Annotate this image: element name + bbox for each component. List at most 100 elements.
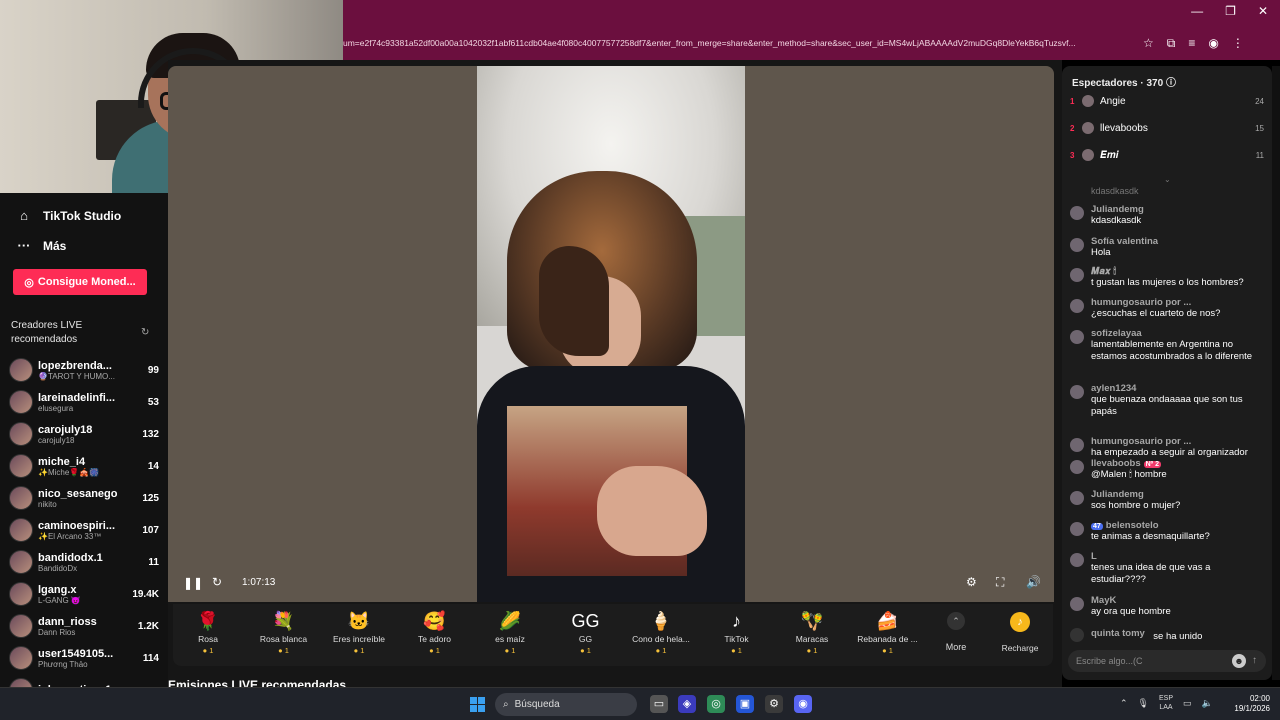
reload-icon[interactable]: ↻ bbox=[212, 575, 222, 589]
gift-name: TikTok bbox=[724, 634, 749, 644]
chat-username[interactable]: MayK bbox=[1091, 595, 1266, 606]
live-video[interactable] bbox=[477, 66, 745, 602]
more-gifts-button[interactable]: ⌃ More bbox=[943, 612, 969, 652]
chat-username[interactable]: sofizelayaa bbox=[1091, 328, 1266, 339]
menu-icon[interactable]: ⋮ bbox=[1232, 36, 1244, 51]
gift-item[interactable]: 🪇 Maracas ● 1 bbox=[775, 608, 849, 655]
top-viewer-item[interactable]: 3 𝑬𝒎𝒊 11 bbox=[1070, 146, 1264, 164]
media-icon[interactable]: ≡ bbox=[1188, 36, 1195, 51]
gift-price: ● 1 bbox=[806, 646, 818, 655]
page-scrollbar[interactable] bbox=[1272, 66, 1280, 680]
chat-message: humungosaurio por ... ¿escuchas el cuarte… bbox=[1070, 297, 1266, 320]
gift-item[interactable]: 🌽 es maíz ● 1 bbox=[473, 608, 547, 655]
sidebar-item-more[interactable]: ··· Más bbox=[17, 238, 67, 253]
chat-username[interactable]: L bbox=[1091, 551, 1266, 562]
recommended-creators-title: Creadores LIVE recomendados bbox=[11, 320, 83, 345]
creator-item[interactable]: user1549105... Phương Thảo 114 bbox=[9, 643, 159, 673]
info-icon[interactable]: ⓘ bbox=[1166, 78, 1176, 89]
creator-item[interactable]: lgang.x L-GANG 😈 19.4K bbox=[9, 579, 159, 609]
creator-item[interactable]: miche_i4 ✨Miche🌹🎪🎆 14 bbox=[9, 451, 159, 481]
gift-item[interactable]: 🌹 Rosa ● 1 bbox=[171, 608, 245, 655]
gift-icon: 🍦 bbox=[649, 611, 673, 631]
star-icon[interactable]: ☆ bbox=[1143, 36, 1154, 51]
language-indicator[interactable]: ESP LAA bbox=[1159, 694, 1173, 712]
gift-item[interactable]: 🐱 Eres increíble ● 1 bbox=[322, 608, 396, 655]
url-text[interactable]: um=e2f74c93381a52df00a00a1042032f1abf611… bbox=[343, 38, 1133, 48]
chat-username[interactable]: 𝑴𝒂𝒙 🕯 bbox=[1091, 266, 1266, 277]
creator-item[interactable]: dann_rioss Dann Rios 1.2K bbox=[9, 611, 159, 641]
refresh-icon[interactable]: ↻ bbox=[141, 327, 149, 338]
avatar bbox=[1070, 238, 1084, 252]
windows-start-icon[interactable] bbox=[470, 697, 485, 712]
chat-username[interactable]: Juliandemg bbox=[1091, 204, 1266, 215]
chat-username[interactable]: llevaboobs Nº 2 bbox=[1091, 458, 1266, 469]
gift-name: Rosa blanca bbox=[259, 634, 308, 644]
gift-icon: 🌽 bbox=[498, 611, 522, 631]
gift-item[interactable]: 💐 Rosa blanca ● 1 bbox=[247, 608, 321, 655]
top-viewer-item[interactable]: 1 Angie 24 bbox=[1070, 92, 1264, 110]
settings-icon[interactable]: ⚙ bbox=[966, 575, 977, 589]
close-icon[interactable]: ✕ bbox=[1258, 4, 1268, 18]
creator-item[interactable]: lopezbrenda... 🔮TAROT Y HUMO... 99 bbox=[9, 355, 159, 385]
taskbar-search[interactable]: ⌕ Búsqueda bbox=[495, 693, 637, 716]
fullscreen-icon[interactable]: ⛶ bbox=[996, 575, 1004, 590]
microphone-icon[interactable]: 🎙 bbox=[1138, 698, 1149, 709]
creator-item[interactable]: carojuly18 carojuly18 132 bbox=[9, 419, 159, 449]
send-icon[interactable]: ↑ bbox=[1252, 655, 1257, 666]
gift-item[interactable]: 🥰 Te adoro ● 1 bbox=[398, 608, 472, 655]
chat-username[interactable]: Sofía valentina bbox=[1091, 236, 1266, 247]
chat-message: Juliandemg kdasdkasdk bbox=[1070, 204, 1266, 227]
recharge-button[interactable]: ♪ Recharge bbox=[995, 612, 1045, 653]
emoji-icon[interactable]: ☻ bbox=[1232, 654, 1246, 668]
viewer-count: 11 bbox=[148, 556, 159, 568]
gift-item[interactable]: 🍰 Rebanada de ... ● 1 bbox=[851, 608, 925, 655]
chat-username[interactable]: 47 belensotelo bbox=[1091, 520, 1266, 531]
creator-item[interactable]: bandidodx.1 BandidoDx 11 bbox=[9, 547, 159, 577]
volume-icon[interactable]: 🔊 bbox=[1026, 575, 1041, 589]
chat-message: Ltenes una idea de que vas a estudiar???… bbox=[1070, 551, 1266, 586]
gift-icon: 🍰 bbox=[876, 611, 899, 631]
taskview-icon[interactable]: ▭ bbox=[650, 695, 668, 713]
chat-username[interactable]: aylen1234 bbox=[1091, 383, 1266, 394]
store-icon[interactable]: ▣ bbox=[736, 695, 754, 713]
creator-item[interactable]: lareinadelinfi... elusegura 53 bbox=[9, 387, 159, 417]
settings-app-icon[interactable]: ⚙ bbox=[765, 695, 783, 713]
get-coins-button[interactable]: ◎ Consigue Moned... bbox=[13, 269, 147, 295]
minimize-icon[interactable]: — bbox=[1191, 4, 1203, 18]
search-icon: ⌕ bbox=[503, 699, 509, 710]
creator-item[interactable]: caminoespiri... ✨El Arcano 33™ 107 bbox=[9, 515, 159, 545]
copilot-icon[interactable]: ◈ bbox=[678, 695, 696, 713]
gift-price: ● 1 bbox=[580, 646, 591, 655]
chevron-up-icon[interactable]: ⌃ bbox=[1120, 698, 1128, 709]
chat-username[interactable]: Juliandemg bbox=[1091, 489, 1266, 500]
chat-username[interactable]: humungosaurio por ... bbox=[1091, 297, 1266, 308]
monitor-icon[interactable]: ▭ bbox=[1183, 698, 1192, 709]
chevron-down-icon[interactable]: ⌄ bbox=[1164, 175, 1171, 184]
gift-item[interactable]: ♪ TikTok ● 1 bbox=[700, 608, 774, 655]
profile-icon[interactable]: ◉ bbox=[1208, 36, 1218, 51]
chrome-icon[interactable]: ◎ bbox=[707, 695, 725, 713]
speaker-icon[interactable]: 🔈 bbox=[1202, 698, 1213, 709]
creator-name: lareinadelinfi... bbox=[38, 391, 116, 404]
pause-icon[interactable]: ❚❚ bbox=[183, 576, 203, 590]
sidebar-item-studio[interactable]: ⌂ TikTok Studio bbox=[17, 208, 121, 223]
discord-icon[interactable]: ◉ bbox=[794, 695, 812, 713]
gift-item[interactable]: 🍦 Cono de hela... ● 1 bbox=[624, 608, 698, 655]
viewers-count[interactable]: Espectadores · 370 ⓘ bbox=[1072, 74, 1176, 89]
address-bar[interactable]: um=e2f74c93381a52df00a00a1042032f1abf611… bbox=[343, 32, 1280, 54]
chat-username[interactable]: humungosaurio por ... bbox=[1091, 436, 1266, 447]
avatar bbox=[9, 486, 33, 510]
gift-price: ● 1 bbox=[353, 646, 365, 655]
extension-icon[interactable]: ⧉ bbox=[1167, 36, 1176, 51]
gift-item[interactable]: GG GG ● 1 bbox=[549, 608, 623, 655]
restore-icon[interactable]: ❐ bbox=[1225, 4, 1236, 18]
creator-subtitle: carojuly18 bbox=[38, 435, 75, 445]
chat-message: sofizelayaa lamentablemente en Argentina … bbox=[1070, 328, 1266, 363]
more-icon: ··· bbox=[17, 238, 31, 253]
avatar bbox=[1082, 95, 1094, 107]
viewer-score: 24 bbox=[1255, 96, 1264, 106]
system-clock[interactable]: 02:00 19/1/2026 bbox=[1222, 694, 1270, 714]
creator-item[interactable]: nico_sesanego nikito 125 bbox=[9, 483, 159, 513]
top-viewer-item[interactable]: 2 llevaboobs 15 bbox=[1070, 119, 1264, 137]
chat-input[interactable]: Escribe algo...(C ☻ ↑ bbox=[1068, 650, 1266, 672]
